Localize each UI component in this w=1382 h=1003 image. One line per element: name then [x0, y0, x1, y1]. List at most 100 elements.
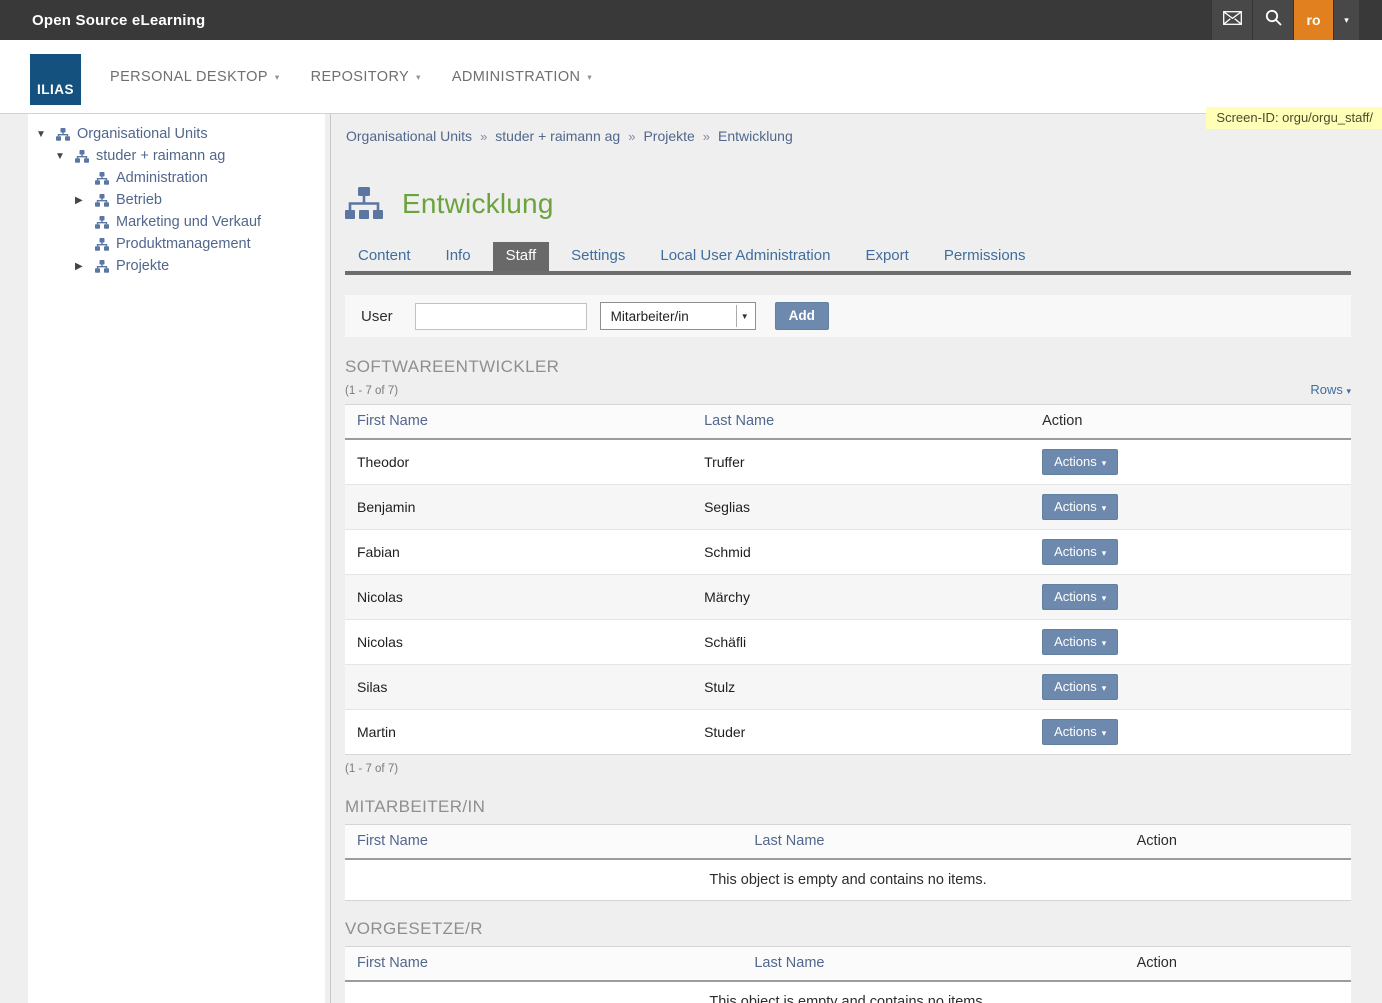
screen-id-badge: Screen-ID: orgu/orgu_staff/ [1206, 107, 1382, 129]
last-name-cell: Studer [692, 709, 1030, 754]
user-menu-button[interactable]: ▾ [1333, 0, 1359, 40]
chevron-down-icon: ▾ [1102, 593, 1107, 603]
user-search-input[interactable] [415, 303, 587, 330]
table-row: Nicolas Märchy Actions▾ [345, 574, 1351, 619]
role-select[interactable]: Mitarbeiter/in ▼ [600, 302, 756, 330]
chevron-down-icon: ▾ [1102, 728, 1107, 738]
tab-export[interactable]: Export [852, 242, 921, 271]
sort-first-name[interactable]: First Name [345, 947, 742, 982]
table-row: Benjamin Seglias Actions▾ [345, 484, 1351, 529]
empty-table-row: This object is empty and contains no ite… [345, 859, 1351, 901]
chevron-down-icon: ▾ [587, 72, 592, 83]
table-row: Silas Stulz Actions▾ [345, 664, 1351, 709]
page-title: Entwicklung [402, 188, 554, 220]
staff-table-meta: (1 - 7 of 7) Rows ▾ [345, 382, 1351, 397]
org-tree: ▼ Organisational Units ▼ studer + raiman… [28, 114, 325, 1003]
first-name-cell: Nicolas [345, 574, 692, 619]
actions-dropdown-button[interactable]: Actions▾ [1042, 629, 1118, 655]
table-header-row: First Name Last Name Action [345, 405, 1351, 440]
tab-settings[interactable]: Settings [558, 242, 638, 271]
tab-staff[interactable]: Staff [493, 242, 550, 271]
mail-button[interactable] [1211, 0, 1252, 40]
first-name-cell: Martin [345, 709, 692, 754]
table-header-row: First Name Last Name Action [345, 824, 1351, 859]
mitarbeiter-table-title: MITARBEITER/IN [345, 797, 1351, 817]
breadcrumb-link[interactable]: Organisational Units [346, 128, 472, 144]
tab-permissions[interactable]: Permissions [931, 242, 1039, 271]
breadcrumb-separator: » [480, 129, 487, 144]
menu-repository[interactable]: REPOSITORY ▾ [311, 69, 421, 85]
table-row: Nicolas Schäfli Actions▾ [345, 619, 1351, 664]
menu-administration[interactable]: ADMINISTRATION ▾ [452, 69, 592, 85]
page-header: Entwicklung [345, 187, 1351, 220]
last-name-cell: Schäfli [692, 619, 1030, 664]
collapse-arrow-icon[interactable]: ▶ [75, 261, 95, 272]
tree-item-betrieb[interactable]: ▶ Betrieb [28, 189, 325, 211]
sidebar: ▼ Organisational Units ▼ studer + raiman… [0, 114, 331, 1003]
chevron-down-icon: ▾ [1346, 386, 1351, 396]
rows-dropdown[interactable]: Rows ▾ [1310, 382, 1351, 397]
tab-bar: Content Info Staff Settings Local User A… [345, 242, 1351, 275]
last-name-cell: Seglias [692, 484, 1030, 529]
orgunit-icon [75, 150, 89, 163]
expand-arrow-icon[interactable]: ▼ [36, 129, 56, 140]
action-column-header: Action [1030, 405, 1351, 440]
breadcrumb: Organisational Units » studer + raimann ag… [346, 128, 1351, 144]
topbar-spacer [1359, 0, 1382, 40]
sort-last-name[interactable]: Last Name [742, 824, 1124, 859]
tree-item-produktmanagement[interactable]: Produktmanagement [28, 233, 325, 255]
actions-dropdown-button[interactable]: Actions▾ [1042, 494, 1118, 520]
menu-personal-desktop[interactable]: PERSONAL DESKTOP ▾ [110, 69, 280, 85]
page-layout: ▼ Organisational Units ▼ studer + raiman… [0, 114, 1382, 1003]
chevron-down-icon: ▾ [1102, 548, 1107, 558]
orgunit-icon [95, 238, 109, 251]
tree-item-projekte[interactable]: ▶ Projekte [28, 255, 325, 277]
tree-item-administration[interactable]: Administration [28, 167, 325, 189]
first-name-cell: Fabian [345, 529, 692, 574]
expand-arrow-icon[interactable]: ▼ [55, 151, 75, 162]
sort-last-name[interactable]: Last Name [692, 405, 1030, 440]
first-name-cell: Nicolas [345, 619, 692, 664]
search-button[interactable] [1252, 0, 1293, 40]
chevron-down-icon: ▾ [416, 72, 421, 83]
tab-local-user-administration[interactable]: Local User Administration [647, 242, 843, 271]
tree-item-studer-raimann-ag[interactable]: ▼ studer + raimann ag [28, 145, 325, 167]
sort-first-name[interactable]: First Name [345, 824, 742, 859]
app-title: Open Source eLearning [0, 12, 205, 29]
table-row: Theodor Truffer Actions▾ [345, 439, 1351, 484]
actions-dropdown-button[interactable]: Actions▾ [1042, 584, 1118, 610]
tab-content[interactable]: Content [345, 242, 424, 271]
actions-dropdown-button[interactable]: Actions▾ [1042, 674, 1118, 700]
action-column-header: Action [1125, 824, 1351, 859]
breadcrumb-link[interactable]: Projekte [643, 128, 694, 144]
tab-info[interactable]: Info [433, 242, 484, 271]
user-avatar[interactable]: ro [1293, 0, 1333, 40]
breadcrumb-link[interactable]: studer + raimann ag [495, 128, 620, 144]
sort-last-name[interactable]: Last Name [742, 947, 1124, 982]
result-count: (1 - 7 of 7) [345, 763, 1351, 775]
breadcrumb-link[interactable]: Entwicklung [718, 128, 793, 144]
vorgesetzte-table-title: VORGESETZE/R [345, 919, 1351, 939]
chevron-down-icon: ▾ [1102, 503, 1107, 513]
role-select-value: Mitarbeiter/in [611, 309, 689, 324]
actions-dropdown-button[interactable]: Actions▾ [1042, 539, 1118, 565]
breadcrumb-separator: » [703, 129, 710, 144]
sort-first-name[interactable]: First Name [345, 405, 692, 440]
tree-item-marketing-und-verkauf[interactable]: Marketing und Verkauf [28, 211, 325, 233]
main-header: ILIAS PERSONAL DESKTOP ▾ REPOSITORY ▾ AD… [0, 40, 1382, 114]
chevron-down-icon: ▾ [1102, 638, 1107, 648]
collapse-arrow-icon[interactable]: ▶ [75, 195, 95, 206]
orgunit-icon [56, 128, 70, 141]
tree-item-organisational-units[interactable]: ▼ Organisational Units [28, 123, 325, 145]
breadcrumb-separator: » [628, 129, 635, 144]
select-arrow-icon[interactable]: ▼ [736, 305, 753, 327]
ilias-logo[interactable]: ILIAS [30, 54, 81, 105]
mitarbeiter-table: First Name Last Name Action This object … [345, 824, 1351, 902]
actions-dropdown-button[interactable]: Actions▾ [1042, 719, 1118, 745]
last-name-cell: Märchy [692, 574, 1030, 619]
add-user-form: User Mitarbeiter/in ▼ Add [345, 295, 1351, 337]
actions-dropdown-button[interactable]: Actions▾ [1042, 449, 1118, 475]
add-user-button[interactable]: Add [775, 302, 829, 330]
user-field-label: User [361, 308, 393, 325]
chevron-down-icon: ▾ [1102, 683, 1107, 693]
